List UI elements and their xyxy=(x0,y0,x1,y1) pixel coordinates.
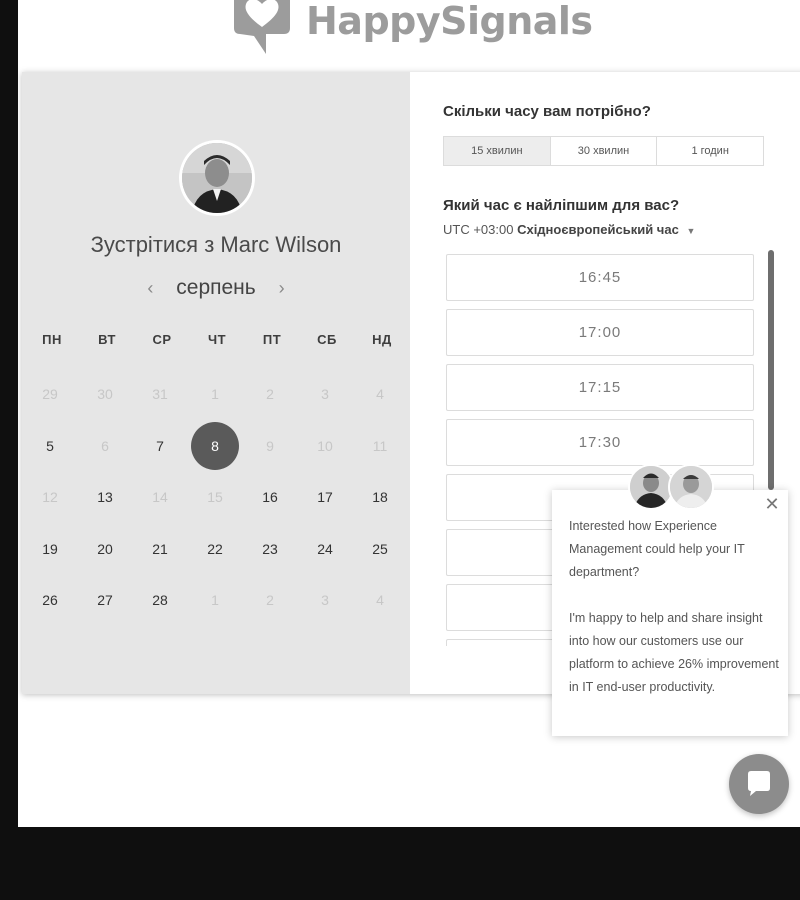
weekday-header: ПН ВТ СР ЧТ ПТ СБ НД xyxy=(24,332,410,352)
duration-option-15[interactable]: 15 хвилин xyxy=(444,137,551,165)
calendar-day: 6 xyxy=(101,438,109,454)
brand-logo: HappySignals xyxy=(226,0,593,58)
calendar-day: 15 xyxy=(207,489,223,505)
month-label: серпень xyxy=(176,276,256,299)
calendar-grid: 29 30 31 1 2 3 4 5 6 7 8 9 10 11 12 13 14 15 16 17 18 19 20 21 2… xyxy=(22,368,410,628)
month-navigation: ‹ серпень › xyxy=(22,276,410,300)
chat-message-intro: Interested how Experience Management cou… xyxy=(569,519,745,579)
page-background: HappySignals Зустрітися з Marc Wilson ‹ … xyxy=(18,0,800,827)
calendar-day: 4 xyxy=(376,592,384,608)
calendar-day[interactable]: 25 xyxy=(356,525,404,573)
calendar-day: 2 xyxy=(266,386,274,402)
weekday-label: СР xyxy=(152,332,172,347)
chat-message-popup: ✕ Interested how Experience Management c… xyxy=(552,490,788,736)
host-avatar xyxy=(179,140,255,216)
calendar-day: 2 xyxy=(266,592,274,608)
calendar-day[interactable]: 24 xyxy=(301,525,349,573)
calendar-day: 10 xyxy=(317,438,333,454)
timezone-offset: UTC +03:00 xyxy=(443,222,514,237)
slot-scrollbar[interactable] xyxy=(768,250,774,490)
chat-bubble-icon xyxy=(748,771,770,796)
weekday-label: НД xyxy=(372,332,392,347)
caret-down-icon: ▼ xyxy=(686,226,696,236)
calendar-day: 12 xyxy=(42,489,58,505)
time-slot[interactable]: 17:30 xyxy=(446,419,754,466)
calendar-day[interactable]: 22 xyxy=(191,525,239,573)
chat-agent-avatars xyxy=(628,464,718,510)
calendar-day: 9 xyxy=(266,438,274,454)
calendar-day: 1 xyxy=(211,592,219,608)
calendar-day[interactable]: 26 xyxy=(26,576,74,624)
calendar-day[interactable]: 20 xyxy=(81,525,129,573)
calendar-day: 14 xyxy=(152,489,168,505)
weekday-label: ВТ xyxy=(98,332,116,347)
meeting-title: Зустрітися з Marc Wilson xyxy=(90,232,342,257)
calendar-day: 3 xyxy=(321,386,329,402)
agent-avatar xyxy=(668,464,714,510)
weekday-label: ПН xyxy=(42,332,62,347)
chat-message: Interested how Experience Management cou… xyxy=(569,515,779,699)
chat-launcher-button[interactable] xyxy=(729,754,789,814)
calendar-day[interactable]: 28 xyxy=(136,576,184,624)
calendar-day: 30 xyxy=(97,386,113,402)
chevron-left-icon[interactable]: ‹ xyxy=(140,278,160,299)
calendar-day: 1 xyxy=(211,386,219,402)
duration-option-30[interactable]: 30 хвилин xyxy=(551,137,658,165)
time-slot[interactable]: 16:45 xyxy=(446,254,754,301)
heart-speech-bubble-icon xyxy=(234,0,290,54)
duration-question: Скільки часу вам потрібно? xyxy=(443,103,651,120)
weekday-label: СБ xyxy=(317,332,337,347)
calendar-day[interactable]: 13 xyxy=(81,473,129,521)
brand-name: HappySignals xyxy=(306,0,593,43)
calendar-day[interactable]: 21 xyxy=(136,525,184,573)
calendar-day: 29 xyxy=(42,386,58,402)
timezone-name: Східноєвропейський час xyxy=(517,222,679,237)
calendar-day-selected[interactable]: 8 xyxy=(191,422,239,470)
weekday-label: ПТ xyxy=(262,332,282,347)
close-icon[interactable]: ✕ xyxy=(764,495,780,513)
time-question: Який час є найліпшим для вас? xyxy=(443,197,680,214)
calendar-day[interactable]: 19 xyxy=(26,525,74,573)
calendar-day: 31 xyxy=(152,386,168,402)
duration-option-60[interactable]: 1 годин xyxy=(657,137,763,165)
chat-message-body: I'm happy to help and share insight into… xyxy=(569,611,779,694)
calendar-day[interactable]: 16 xyxy=(246,473,294,521)
duration-selector: 15 хвилин 30 хвилин 1 годин xyxy=(443,136,764,166)
timezone-selector[interactable]: UTC +03:00 Східноєвропейський час ▼ xyxy=(443,222,695,237)
time-slot[interactable]: 17:15 xyxy=(446,364,754,411)
calendar-day[interactable]: 5 xyxy=(26,422,74,470)
calendar-day[interactable]: 18 xyxy=(356,473,404,521)
calendar-day: 11 xyxy=(372,438,388,454)
calendar-day: 4 xyxy=(376,386,384,402)
calendar-day[interactable]: 17 xyxy=(301,473,349,521)
calendar-panel: Зустрітися з Marc Wilson ‹ серпень › ПН … xyxy=(22,72,410,694)
calendar-day[interactable]: 23 xyxy=(246,525,294,573)
calendar-day[interactable]: 27 xyxy=(81,576,129,624)
time-slot[interactable]: 17:00 xyxy=(446,309,754,356)
calendar-day: 3 xyxy=(321,592,329,608)
weekday-label: ЧТ xyxy=(207,332,227,347)
calendar-day[interactable]: 7 xyxy=(136,422,184,470)
chevron-right-icon[interactable]: › xyxy=(272,278,292,299)
